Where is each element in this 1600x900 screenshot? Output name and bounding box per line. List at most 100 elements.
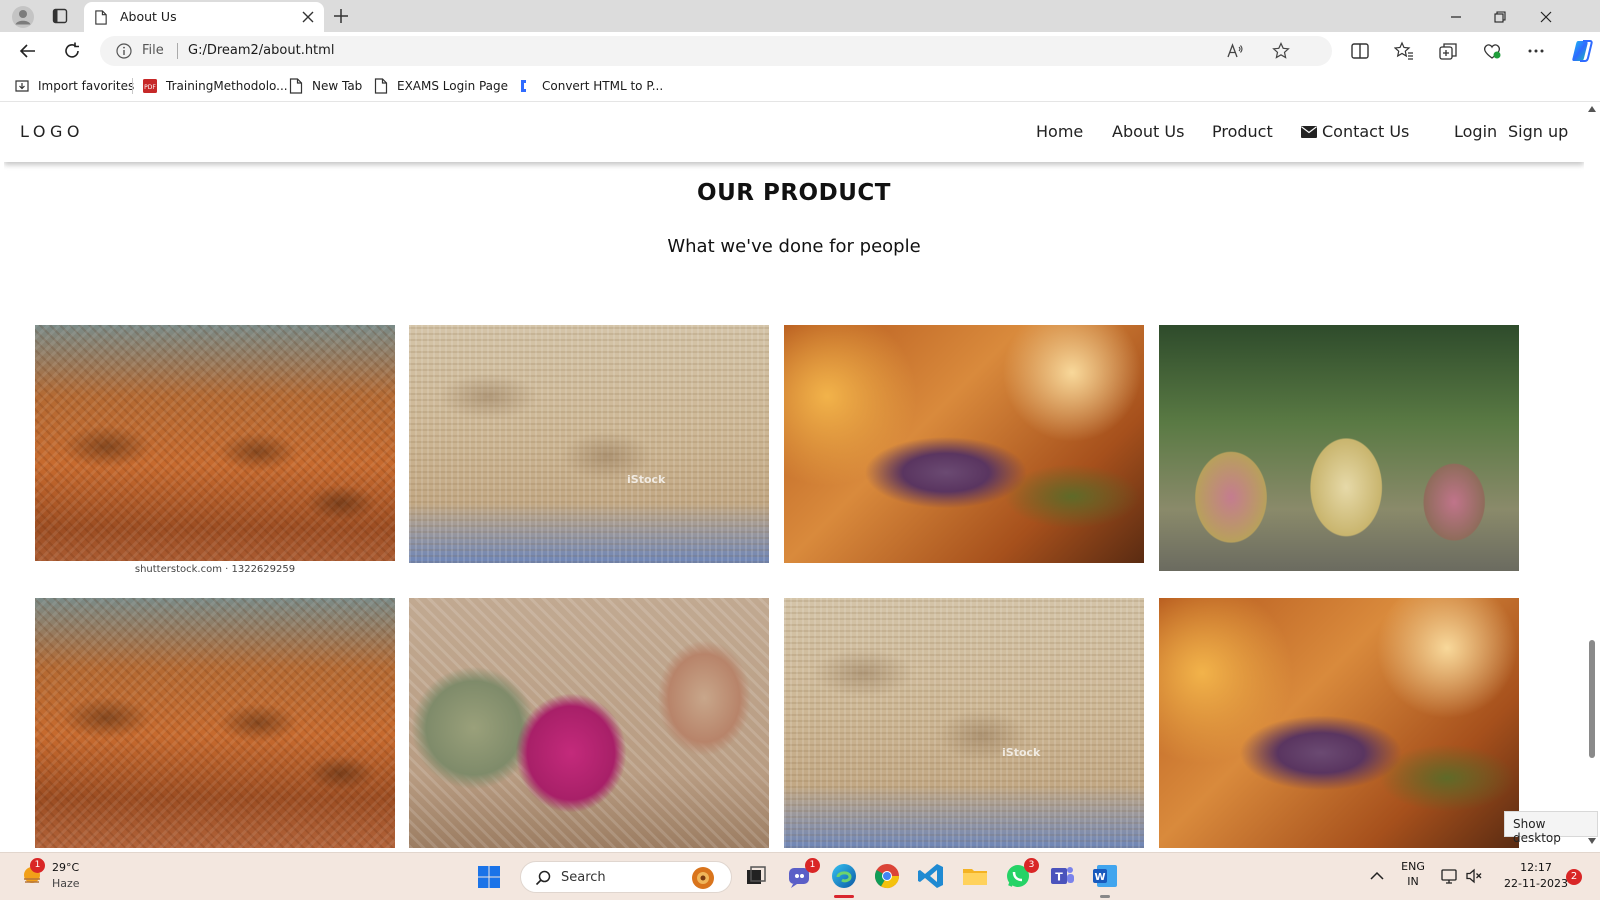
nav-product[interactable]: Product [1212,122,1273,141]
minimize-icon [1451,16,1461,18]
network-icon[interactable] [1441,867,1459,885]
page-viewport: LOGO Home About Us Product Contact Us Lo… [4,102,1584,848]
favorite-new-tab[interactable]: New Tab [288,77,362,95]
teams-icon[interactable]: T [1048,862,1076,890]
url-scheme-label: File [142,43,164,58]
chrome-icon[interactable] [873,862,901,890]
svg-text:W: W [1094,872,1105,883]
task-view-icon[interactable] [742,862,770,890]
region-indicator: IN [1407,875,1419,888]
svg-text:PDF: PDF [144,84,156,91]
section-subtitle: What we've done for people [667,236,921,257]
favorite-label: TrainingMethodolo... [166,79,288,93]
page-scrollbar[interactable] [1584,102,1600,848]
favorites-icon[interactable] [1394,41,1414,61]
nav-login[interactable]: Login [1454,122,1497,141]
notification-badge[interactable]: 2 [1566,869,1582,885]
favorite-label: Convert HTML to P... [542,79,664,93]
weather-temperature[interactable]: 29°C [52,861,79,874]
url-separator [177,43,178,59]
basket-photo-7: iStock [784,598,1144,848]
nav-contact-label: Contact Us [1322,122,1410,141]
convert-icon [521,80,526,92]
favorite-label: EXAMS Login Page [397,79,509,93]
site-navbar: LOGO Home About Us Product Contact Us Lo… [4,102,1584,162]
favorite-label: Import favorites [38,79,135,93]
taskbar-search[interactable]: Search [520,861,732,893]
windows-start-icon[interactable] [477,865,501,889]
scroll-thumb[interactable] [1589,640,1595,758]
basket-photo-4 [1159,325,1519,571]
nav-sign-up[interactable]: Sign up [1508,122,1568,141]
language-indicator[interactable]: ENG [1398,860,1428,873]
nav-home[interactable]: Home [1036,122,1083,141]
envelope-icon [1301,126,1317,138]
favorites-bar: Import favorites PDF TrainingMethodolo..… [0,70,1600,102]
basket-photo-5 [35,598,395,848]
vscode-icon[interactable] [917,862,945,890]
restore-button[interactable] [1478,6,1522,28]
tab-title: About Us [120,9,177,24]
nav-contact-us[interactable]: Contact Us [1301,122,1409,141]
browser-tab-strip: About Us [0,0,1600,32]
pdf-icon: PDF [143,79,157,93]
photo-watermark: iStock [627,473,666,486]
minimize-button[interactable] [1434,6,1478,28]
favorite-training-methodology[interactable]: PDF TrainingMethodolo... [142,77,288,95]
basket-photo-2: iStock [409,325,769,563]
browser-essentials-icon[interactable] [1482,41,1502,61]
search-placeholder: Search [561,870,606,885]
basket-photo-8 [1159,598,1519,848]
page-icon [95,10,107,25]
svg-text:T: T [1055,871,1063,884]
address-toolbar: File G:/Dream2/about.html [0,32,1600,70]
refresh-icon[interactable] [62,41,82,61]
word-icon[interactable]: W [1091,862,1119,890]
favorites-divider [132,78,133,94]
tab-about-us[interactable]: About Us [84,2,324,32]
more-options-icon[interactable] [1526,41,1546,61]
teams-chat-badge: 1 [805,858,820,873]
scroll-down-icon[interactable] [1588,838,1596,844]
section-title: OUR PRODUCT [697,180,891,206]
scroll-up-icon[interactable] [1588,106,1596,112]
new-tab-icon[interactable] [333,8,349,24]
site-logo[interactable]: LOGO [20,122,84,141]
profile-icon[interactable] [12,6,34,28]
favorite-convert-html[interactable]: Convert HTML to P... [518,77,663,95]
page-icon [374,78,388,94]
nav-about-us[interactable]: About Us [1112,122,1184,141]
favorite-star-icon[interactable] [1272,42,1290,60]
close-icon [1540,11,1552,23]
close-tab-icon[interactable] [302,11,314,23]
weather-condition: Haze [52,877,80,890]
file-explorer-icon[interactable] [961,862,989,890]
read-aloud-icon[interactable] [1226,42,1244,60]
favorite-import[interactable]: Import favorites [14,77,134,95]
chevron-up-icon[interactable] [1370,871,1384,881]
collections-icon[interactable] [1438,41,1458,61]
search-highlight-icon [692,867,714,889]
info-icon[interactable] [116,43,132,59]
photo-watermark: iStock [1002,746,1041,759]
edge-active-indicator [834,895,854,898]
weather-badge: 1 [30,858,45,873]
search-icon [535,870,551,886]
back-arrow-icon[interactable] [18,41,38,61]
basket-photo-3 [784,325,1144,563]
favorite-exams-login[interactable]: EXAMS Login Page [373,77,508,95]
address-bar[interactable]: File G:/Dream2/about.html [100,36,1332,66]
url-text[interactable]: G:/Dream2/about.html [188,43,334,58]
tab-actions-icon[interactable] [52,8,68,24]
word-running-indicator [1100,895,1110,898]
favorite-label: New Tab [312,79,363,93]
show-desktop-tooltip: Show desktop [1504,811,1598,845]
import-icon [15,80,29,92]
split-screen-icon[interactable] [1350,41,1370,61]
speaker-muted-icon[interactable] [1465,867,1483,885]
copilot-icon[interactable] [1570,39,1594,63]
edge-browser-icon[interactable] [830,862,858,890]
clock-time[interactable]: 12:17 [1496,861,1576,874]
windows-taskbar: 1 29°C Haze Search 1 3 T W ENG IN 12:17 … [0,852,1600,900]
close-window-button[interactable] [1524,6,1568,28]
